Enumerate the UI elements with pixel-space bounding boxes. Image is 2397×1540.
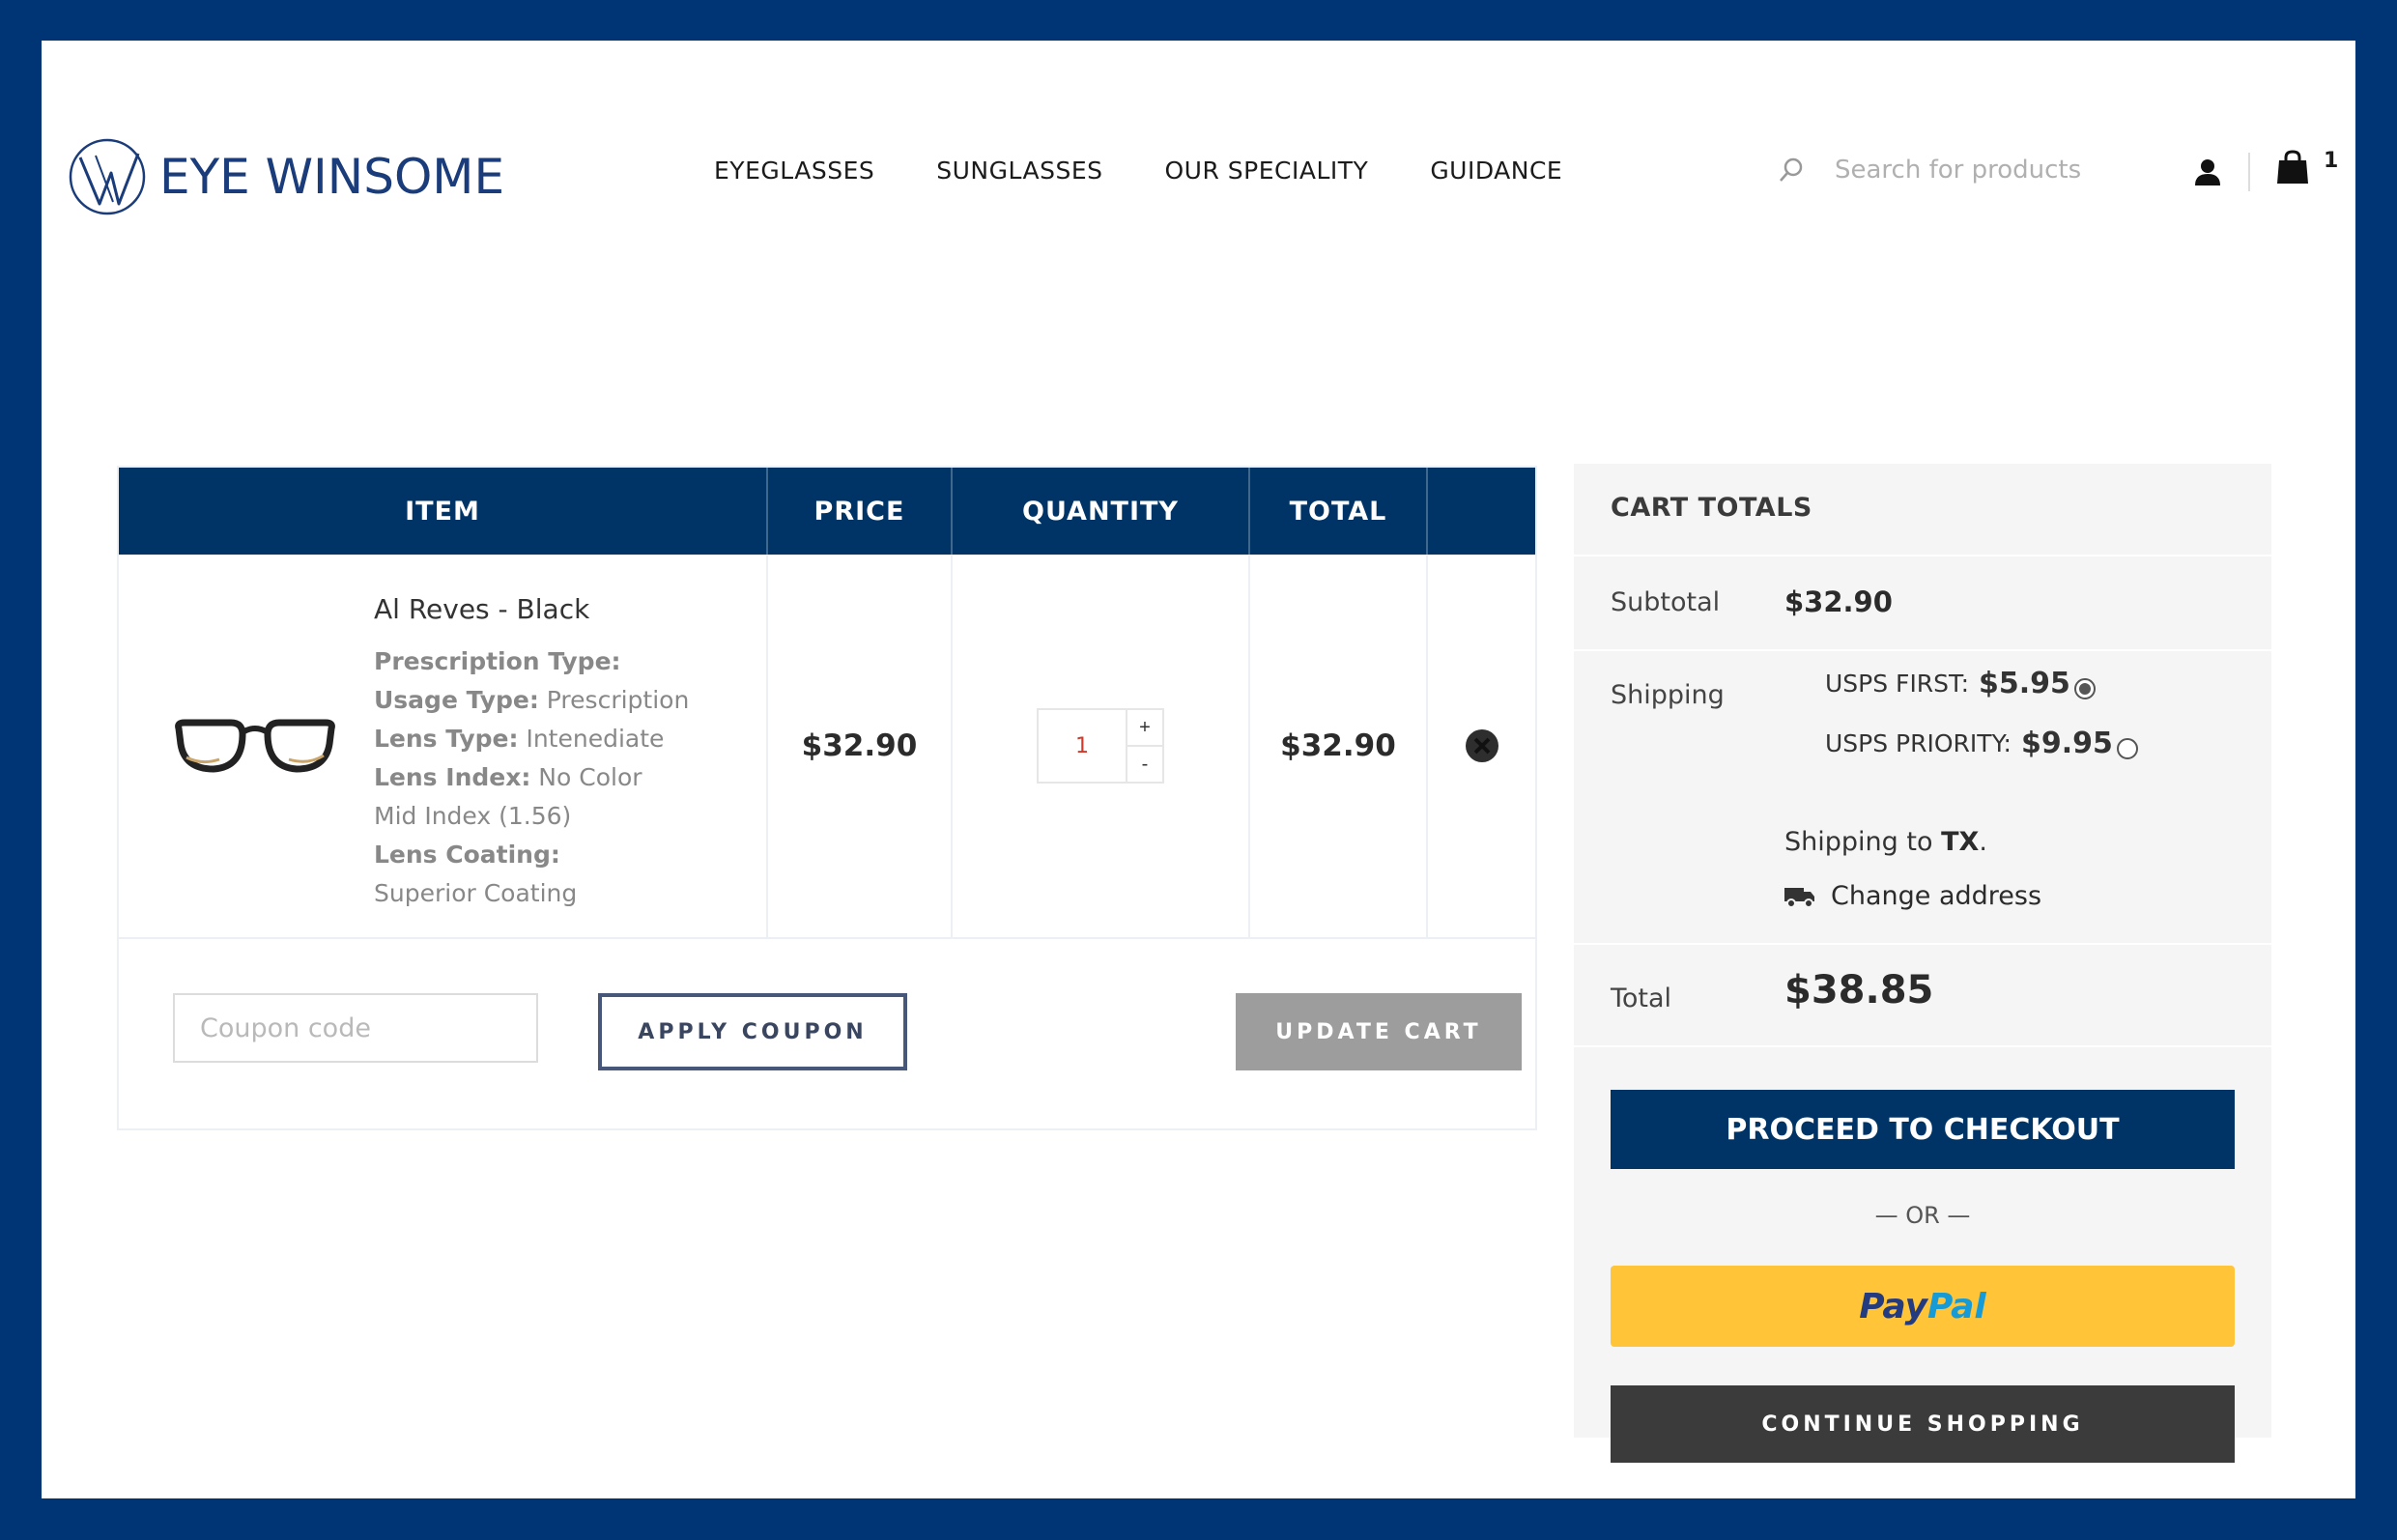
nav-our-speciality[interactable]: OUR SPECIALITY <box>1165 157 1369 185</box>
header-quantity: QUANTITY <box>953 468 1250 555</box>
change-address-link[interactable]: Change address <box>1784 881 2041 911</box>
divider <box>1574 555 2271 556</box>
shopping-bag-icon[interactable] <box>2275 149 2310 185</box>
update-cart-button[interactable]: UPDATE CART <box>1236 993 1522 1070</box>
brand-name: EYE WINSOME <box>159 149 505 205</box>
header-total: TOTAL <box>1250 468 1428 555</box>
subtotal-value: $32.90 <box>1784 585 1893 618</box>
shipping-radio-usps-first[interactable] <box>2073 677 2096 699</box>
shipping-destination: Shipping to TX. <box>1784 827 1987 857</box>
item-cell: Al Reves - Black Prescription Type: Usag… <box>119 555 768 937</box>
quantity-decrease-button[interactable]: - <box>1127 745 1162 782</box>
header-remove <box>1428 468 1535 555</box>
item-total: $32.90 <box>1280 728 1396 763</box>
product-options: Prescription Type: Usage Type: Prescript… <box>374 642 760 913</box>
option-value: Prescription <box>546 686 690 714</box>
shipping-to-suffix: . <box>1979 827 1987 857</box>
nav-eyeglasses[interactable]: EYEGLASSES <box>714 157 874 185</box>
subtotal-label: Subtotal <box>1611 587 1721 617</box>
shipping-to-text: Shipping to <box>1784 827 1933 857</box>
shipping-option-price: $9.95 <box>2020 727 2113 760</box>
search-icon[interactable] <box>1777 156 1806 185</box>
option-lens-type: Lens Type: Intenediate <box>374 720 760 758</box>
total-label: Total <box>1611 984 1672 1013</box>
divider <box>1574 1045 2271 1047</box>
option-lens-index-value: Mid Index (1.56) <box>374 802 572 830</box>
remove-item-icon[interactable] <box>1465 728 1499 763</box>
cart-actions: APPLY COUPON UPDATE CART <box>119 939 1535 1128</box>
paypal-logo-pal: Pal <box>1927 1286 1986 1326</box>
brand-logo[interactable]: EYE WINSOME <box>67 135 504 218</box>
shipping-option-price: $5.95 <box>1979 667 2070 700</box>
shipping-label: Shipping <box>1611 680 1725 710</box>
nav-guidance[interactable]: GUIDANCE <box>1430 157 1562 185</box>
price-cell: $32.90 <box>768 555 953 937</box>
quantity-buttons: + - <box>1126 710 1162 782</box>
shipping-radio-usps-priority[interactable] <box>2116 737 2138 759</box>
cart-totals-title: CART TOTALS <box>1611 493 1812 523</box>
proceed-to-checkout-button[interactable]: PROCEED TO CHECKOUT <box>1611 1090 2235 1169</box>
paypal-button[interactable]: Pay Pal <box>1611 1266 2235 1347</box>
cart-table-header: ITEM PRICE QUANTITY TOTAL <box>119 468 1535 555</box>
coupon-input[interactable] <box>173 993 538 1063</box>
search-bar <box>1777 141 2202 199</box>
paypal-logo-pay: Pay <box>1859 1286 1927 1326</box>
product-thumbnail[interactable] <box>173 709 337 779</box>
option-usage-type: Usage Type: Prescription <box>374 681 760 720</box>
cart-row: Al Reves - Black Prescription Type: Usag… <box>119 555 1535 939</box>
shipping-option-usps-first[interactable]: USPS FIRST: $5.95 <box>1825 667 2096 700</box>
option-lens-coating: Lens Coating: <box>374 836 760 874</box>
header-price: PRICE <box>768 468 953 555</box>
divider <box>1574 649 2271 651</box>
page: EYE WINSOME EYEGLASSES SUNGLASSES OUR SP… <box>42 41 2355 1498</box>
nav-sunglasses[interactable]: SUNGLASSES <box>936 157 1102 185</box>
user-icon[interactable] <box>2192 157 2223 187</box>
option-label: Prescription Type: <box>374 647 621 675</box>
total-value: $38.85 <box>1784 968 1934 1012</box>
quantity-cell: 1 + - <box>953 555 1250 937</box>
truck-icon <box>1784 887 1814 908</box>
shipping-option-usps-priority[interactable]: USPS PRIORITY: $9.95 <box>1825 727 2138 760</box>
option-value: No Color <box>538 763 642 791</box>
remove-cell <box>1428 555 1535 937</box>
apply-coupon-button[interactable]: APPLY COUPON <box>598 993 907 1070</box>
cart-totals: CART TOTALS Subtotal $32.90 Shipping USP… <box>1574 464 2271 1463</box>
continue-shopping-button[interactable]: CONTINUE SHOPPING <box>1611 1385 2235 1463</box>
product-name[interactable]: Al Reves - Black <box>374 593 760 625</box>
option-lens-coating-value: Superior Coating <box>374 879 578 907</box>
option-label: Usage Type: <box>374 686 539 714</box>
quantity-increase-button[interactable]: + <box>1127 710 1162 745</box>
logo-mark-icon <box>69 138 146 215</box>
option-lens-index: Lens Index: No Color <box>374 758 760 797</box>
shipping-option-name: USPS FIRST: <box>1825 670 1969 698</box>
option-value: Intenediate <box>526 725 665 753</box>
cart-count-badge: 1 <box>2324 149 2339 173</box>
header-item: ITEM <box>119 468 768 555</box>
main-nav: EYEGLASSES SUNGLASSES OUR SPECIALITY GUI… <box>714 157 1624 185</box>
shipping-state: TX <box>1941 827 1980 857</box>
or-separator: — OR — <box>1874 1202 1971 1229</box>
quantity-stepper: 1 + - <box>1037 708 1164 784</box>
option-prescription-type: Prescription Type: <box>374 642 760 681</box>
quantity-input[interactable]: 1 <box>1039 710 1126 782</box>
shipping-option-name: USPS PRIORITY: <box>1825 729 2012 757</box>
change-address-label: Change address <box>1831 881 2042 911</box>
total-cell: $32.90 <box>1250 555 1428 937</box>
option-label: Lens Type: <box>374 725 519 753</box>
option-label: Lens Index: <box>374 763 531 791</box>
divider <box>1574 943 2271 945</box>
header-divider <box>2248 153 2250 191</box>
search-input[interactable] <box>1835 156 2144 185</box>
cart-table: ITEM PRICE QUANTITY TOTAL Al Reves - Bla… <box>117 466 1537 1130</box>
option-label: Lens Coating: <box>374 841 560 869</box>
item-price: $32.90 <box>801 728 918 763</box>
item-info: Al Reves - Black Prescription Type: Usag… <box>374 593 760 913</box>
